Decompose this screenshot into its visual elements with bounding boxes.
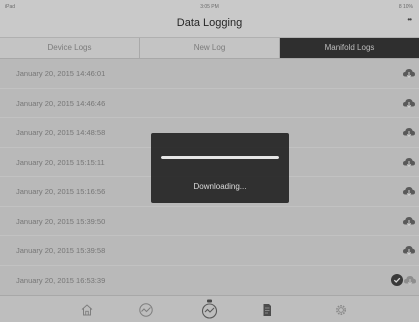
document-icon[interactable] [259,302,275,318]
log-date: January 20, 2015 14:48:58 [16,128,106,137]
log-row[interactable]: January 20, 2015 14:46:01 [0,59,419,89]
log-date: January 20, 2015 15:39:58 [16,246,106,255]
tab-device-logs[interactable]: Device Logs [0,38,140,58]
more-options-button[interactable]: •• [407,15,412,24]
cloud-download-icon[interactable] [402,185,416,197]
log-date: January 20, 2015 16:53:39 [16,275,106,285]
gear-icon[interactable] [333,302,349,318]
gauge-icon[interactable] [138,302,154,318]
log-row[interactable]: January 20, 2015 16:53:39 [0,265,419,295]
progress-bar [161,156,279,159]
log-row[interactable]: January 20, 2015 15:39:50 [0,206,419,236]
log-date: January 20, 2015 14:46:01 [16,69,106,78]
log-date: January 20, 2015 14:46:46 [16,98,106,108]
log-row[interactable]: January 20, 2015 15:39:58 [0,236,419,266]
tab-manifold-logs[interactable]: Manifold Logs [280,38,419,58]
status-battery: 8 10% [398,4,413,10]
cloud-download-icon[interactable] [402,215,416,227]
cloud-download-icon[interactable] [402,126,416,138]
cloud-download-icon[interactable] [403,274,417,286]
data-logging-icon[interactable] [201,299,218,319]
log-row[interactable]: January 20, 2015 14:46:46 [0,88,419,118]
bottom-tab-bar [0,295,419,322]
checkmark-icon[interactable] [391,273,403,286]
segmented-tabs: Device Logs New Log Manifold Logs [0,38,419,59]
log-date: January 20, 2015 15:15:11 [16,157,105,167]
log-date: January 20, 2015 15:16:56 [16,187,106,196]
status-time: 3:05 PM [200,4,219,10]
home-icon[interactable] [79,302,95,318]
progress-fill [161,156,279,159]
cloud-download-icon[interactable] [402,67,416,79]
log-date: January 20, 2015 15:39:50 [16,216,106,226]
page-title: Data Logging [176,17,243,29]
cloud-download-icon[interactable] [402,244,416,256]
download-progress-overlay: Downloading... [151,133,289,203]
tab-new-log[interactable]: New Log [140,38,280,58]
navigation-bar: Data Logging •• [0,14,419,38]
status-bar: iPad 3:05 PM 8 10% [0,0,419,14]
cloud-download-icon[interactable] [402,156,416,168]
downloading-label: Downloading... [193,182,247,191]
cloud-download-icon[interactable] [402,97,416,109]
